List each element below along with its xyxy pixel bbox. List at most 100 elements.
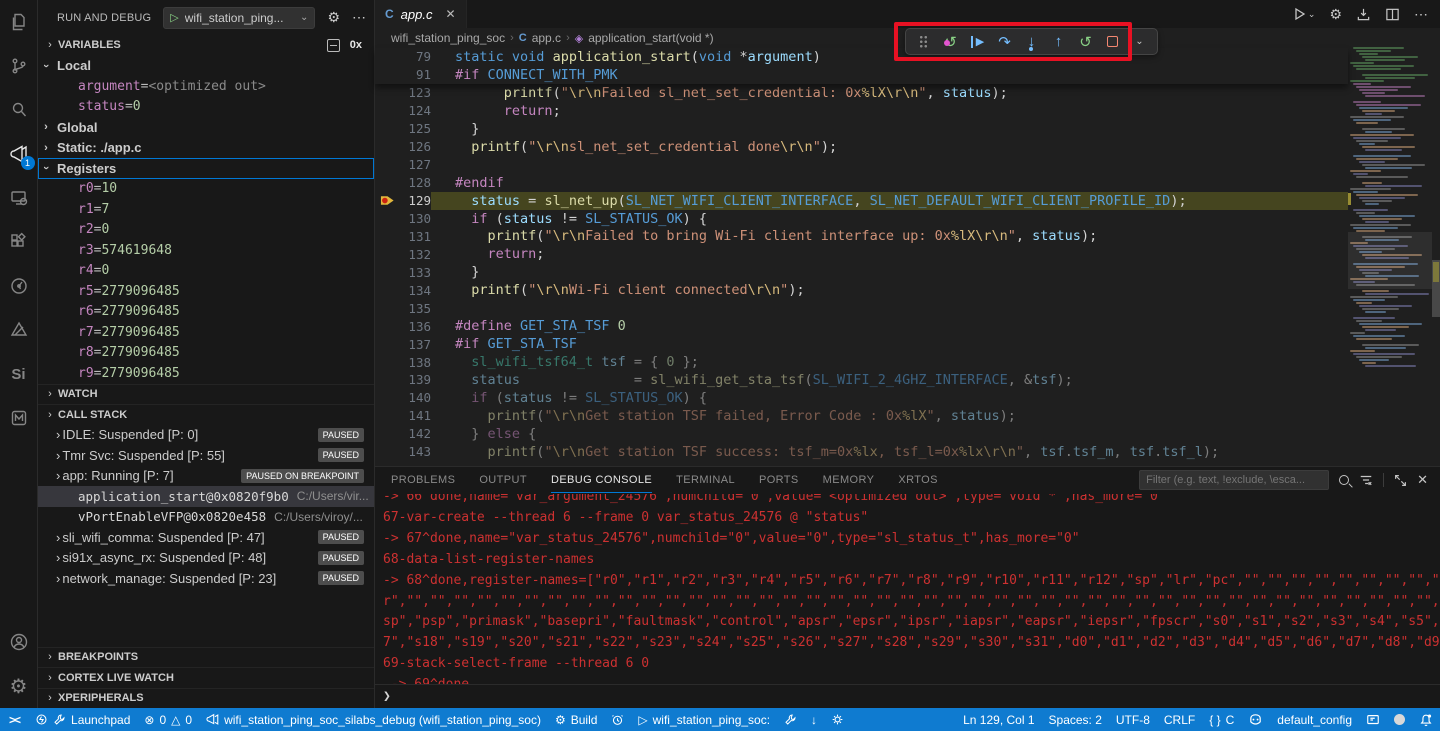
source-control-icon[interactable] — [0, 44, 38, 88]
extensions-icon[interactable] — [0, 220, 38, 264]
debug-session-indicator[interactable]: wifi_station_ping_soc_silabs_debug (wifi… — [199, 708, 548, 731]
close-panel-icon[interactable]: ✕ — [1417, 472, 1428, 488]
run-target-button[interactable]: ▷ wifi_station_ping_soc: — [631, 708, 777, 731]
hex-format-toggle[interactable]: 0x — [350, 39, 362, 51]
editor-settings-gear-icon[interactable]: ⚙ — [1329, 6, 1342, 23]
continue-button[interactable]: ▶ — [966, 30, 989, 53]
variables-group-registers[interactable]: ›Registers — [38, 158, 374, 179]
debug-console-input[interactable]: ❯ — [375, 684, 1440, 708]
variable-row[interactable]: r8 = 2779096485 — [38, 343, 374, 364]
variable-row[interactable]: r4 = 0 — [38, 261, 374, 282]
reset-device-button[interactable]: ↺ — [939, 30, 962, 53]
watch-section-header[interactable]: › WATCH — [38, 384, 374, 405]
alarm-icon-button[interactable] — [604, 708, 631, 731]
more-actions-icon[interactable]: ⋯ — [1414, 6, 1428, 23]
restart-button[interactable]: ↺ — [1074, 30, 1097, 53]
stack-frame-row[interactable]: application_start@0x0820f9b0C:/Users/vir… — [38, 486, 374, 507]
call-stack-thread[interactable]: ›IDLE: Suspended [P: 0]PAUSED — [38, 425, 374, 446]
account-icon[interactable] — [0, 620, 38, 664]
language-mode[interactable]: { }C — [1202, 708, 1241, 731]
panel-tab-memory[interactable]: MEMORY — [823, 467, 875, 493]
variable-row[interactable]: status = 0 — [38, 97, 374, 118]
eol-setting[interactable]: CRLF — [1157, 708, 1202, 731]
step-into-button[interactable]: ↓ — [1020, 30, 1043, 53]
call-stack-thread[interactable]: ›app: Running [P: 7]PAUSED ON BREAKPOINT — [38, 466, 374, 487]
chevron-down-icon[interactable]: ⌄ — [300, 12, 308, 23]
build-button[interactable]: ⚙ Build — [548, 708, 604, 731]
toolbar-drag-handle[interactable] — [912, 30, 935, 53]
console-search-icon[interactable] — [1339, 475, 1349, 485]
console-filter-icon[interactable] — [1359, 473, 1373, 487]
launch-config-dropdown[interactable]: ▷ wifi_station_ping... ⌄ — [163, 7, 315, 29]
run-and-debug-icon[interactable]: 1 — [0, 132, 38, 176]
variables-group-global[interactable]: ›Global — [38, 117, 374, 138]
variable-row[interactable]: r3 = 574619648 — [38, 240, 374, 261]
indentation-setting[interactable]: Spaces: 2 — [1042, 708, 1109, 731]
collapse-variables-icon[interactable] — [327, 39, 340, 52]
explorer-icon[interactable] — [0, 0, 38, 44]
search-icon[interactable] — [0, 88, 38, 132]
variable-row[interactable]: r2 = 0 — [38, 220, 374, 241]
panel-tab-xrtos[interactable]: XRTOS — [898, 467, 938, 493]
call-stack-thread[interactable]: ›Tmr Svc: Suspended [P: 55]PAUSED — [38, 445, 374, 466]
call-stack-thread[interactable]: ›network_manage: Suspended [P: 23]PAUSED — [38, 568, 374, 589]
record-circle-icon[interactable] — [1387, 708, 1412, 731]
breakpoint-hit-icon[interactable] — [375, 193, 399, 208]
tools-wrench-icon[interactable] — [777, 708, 804, 731]
flash-download-icon[interactable] — [1356, 7, 1371, 22]
notifications-bell-icon[interactable] — [1412, 708, 1440, 731]
variable-row[interactable]: r0 = 10 — [38, 179, 374, 200]
variable-row[interactable]: argument = <optimized out> — [38, 76, 374, 97]
console-filter-input[interactable] — [1139, 470, 1329, 490]
silicon-labs-icon[interactable]: Si — [0, 352, 38, 396]
call-stack-section-header[interactable]: › CALL STACK — [38, 404, 374, 425]
step-over-button[interactable]: ↷ — [993, 30, 1016, 53]
breakpoints-section-header[interactable]: ›BREAKPOINTS — [38, 647, 374, 668]
tab-app-c[interactable]: C app.c ✕ — [375, 0, 467, 28]
editor-scrollbar[interactable] — [1432, 28, 1440, 466]
xperipherals-section-header[interactable]: ›XPERIPHERALS — [38, 688, 374, 709]
step-out-button[interactable]: ↑ — [1047, 30, 1070, 53]
panel-tab-ports[interactable]: PORTS — [759, 467, 799, 493]
screen-share-icon[interactable] — [1359, 708, 1387, 731]
start-debug-icon[interactable]: ▷ — [170, 11, 178, 24]
memory-view-icon[interactable] — [0, 396, 38, 440]
silabs-tools-icon[interactable] — [0, 308, 38, 352]
remote-indicator[interactable]: >< — [0, 708, 28, 731]
views-more-icon[interactable]: ⋯ — [352, 9, 366, 26]
stop-button[interactable] — [1101, 30, 1124, 53]
debug-config-gear-icon[interactable] — [824, 708, 851, 731]
variable-row[interactable]: r1 = 7 — [38, 199, 374, 220]
run-or-debug-button[interactable]: ⌄ — [1292, 6, 1316, 22]
copilot-icon[interactable] — [1241, 708, 1270, 731]
variables-group-static-app-c[interactable]: ›Static: ./app.c — [38, 138, 374, 159]
panel-tab-output[interactable]: OUTPUT — [479, 467, 527, 493]
variable-row[interactable]: r5 = 2779096485 — [38, 281, 374, 302]
cursor-position[interactable]: Ln 129, Col 1 — [956, 708, 1041, 731]
panel-tab-debug-console[interactable]: DEBUG CONSOLE — [551, 467, 652, 493]
variables-section-header[interactable]: › VARIABLES 0x — [38, 35, 374, 56]
split-editor-icon[interactable] — [1385, 7, 1400, 22]
variable-row[interactable]: r9 = 2779096485 — [38, 363, 374, 384]
code-editor[interactable]: 123 printf("\r\nFailed sl_net_set_creden… — [375, 84, 1348, 466]
minimap-slider[interactable] — [1348, 232, 1432, 289]
close-tab-icon[interactable]: ✕ — [445, 7, 455, 21]
toolbar-more-icon[interactable]: ⌄ — [1128, 30, 1151, 53]
peripheral-tools-icon[interactable] — [0, 264, 38, 308]
problems-indicator[interactable]: ⊗ 0 △ 0 — [137, 708, 199, 731]
variable-row[interactable]: r6 = 2779096485 — [38, 302, 374, 323]
active-config[interactable]: default_config — [1270, 708, 1359, 731]
panel-tab-terminal[interactable]: TERMINAL — [676, 467, 735, 493]
call-stack-thread[interactable]: ›sli_wifi_comma: Suspended [P: 47]PAUSED — [38, 527, 374, 548]
download-arrow-icon[interactable]: ↓ — [804, 708, 824, 731]
remote-explorer-icon[interactable] — [0, 176, 38, 220]
maximize-panel-icon[interactable] — [1394, 474, 1407, 487]
variable-row[interactable]: r7 = 2779096485 — [38, 322, 374, 343]
variables-group-local[interactable]: ›Local — [38, 56, 374, 77]
cortex-live-watch-section-header[interactable]: ›CORTEX LIVE WATCH — [38, 667, 374, 688]
panel-tab-problems[interactable]: PROBLEMS — [391, 467, 455, 493]
encoding-setting[interactable]: UTF-8 — [1109, 708, 1157, 731]
stack-frame-row[interactable]: vPortEnableVFP@0x0820e458C:/Users/viroy/… — [38, 507, 374, 528]
debug-console-output[interactable]: -> 66^done,name="var_argument_24576",num… — [375, 494, 1440, 684]
debug-settings-gear-icon[interactable]: ⚙ — [327, 9, 340, 26]
